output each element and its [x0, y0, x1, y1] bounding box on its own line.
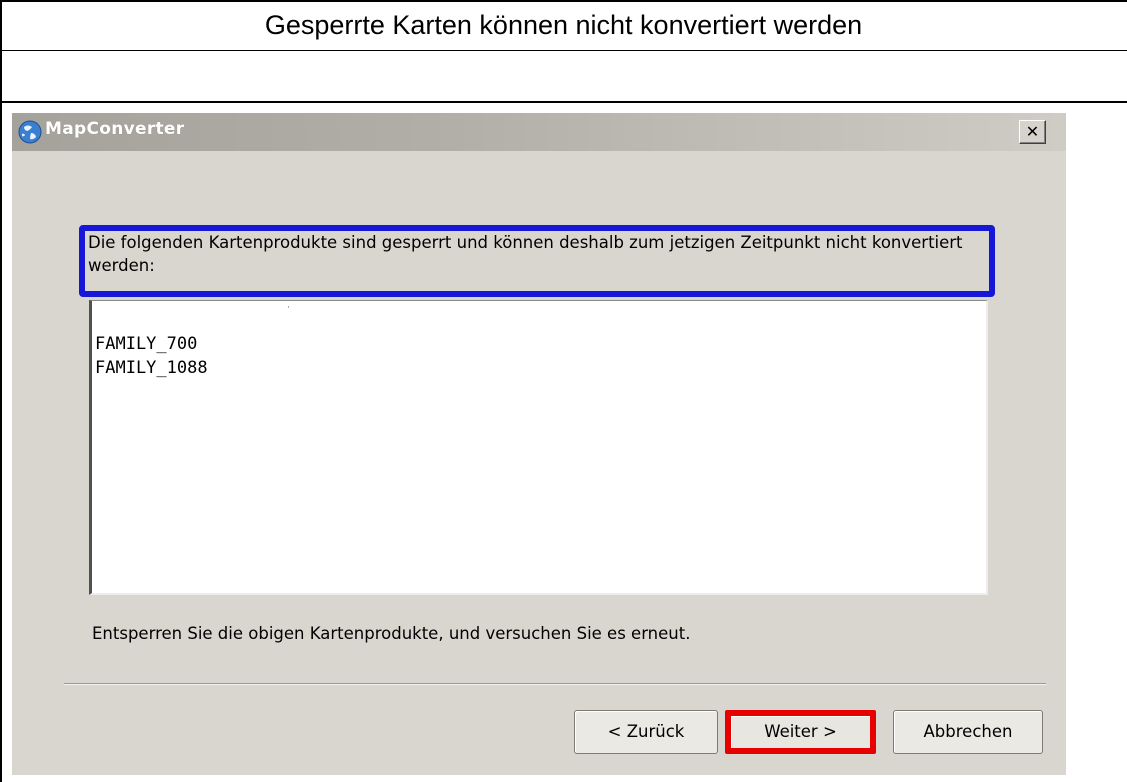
frame-line — [0, 0, 1127, 2]
next-button[interactable]: Weiter > — [725, 710, 876, 754]
list-item: FAMILY_700 — [95, 334, 198, 354]
frame-line — [0, 0, 2, 782]
frame-line — [0, 50, 1127, 51]
list-artifact-dot: · — [287, 303, 290, 313]
back-button[interactable]: < Zurück — [574, 710, 718, 754]
close-icon: ✕ — [1025, 122, 1040, 141]
frame-line — [0, 101, 1127, 103]
mapconverter-icon — [18, 120, 42, 144]
window-titlebar[interactable]: MapConverter ✕ — [12, 113, 1066, 151]
cancel-button[interactable]: Abbrechen — [893, 710, 1043, 754]
unlock-hint-text: Entsperren Sie die obigen Kartenprodukte… — [92, 624, 691, 643]
list-item: FAMILY_1088 — [95, 358, 208, 378]
page-title: Gesperrte Karten können nicht konvertier… — [264, 10, 863, 40]
locked-products-message: Die folgenden Kartenprodukte sind gesper… — [88, 233, 963, 275]
close-button[interactable]: ✕ — [1019, 120, 1046, 144]
mapconverter-dialog: MapConverter ✕ Die folgenden Kartenprodu… — [12, 113, 1066, 775]
locked-products-list[interactable]: · FAMILY_700 FAMILY_1088 — [89, 300, 988, 595]
window-title: MapConverter — [45, 119, 185, 139]
button-separator — [64, 683, 1046, 685]
